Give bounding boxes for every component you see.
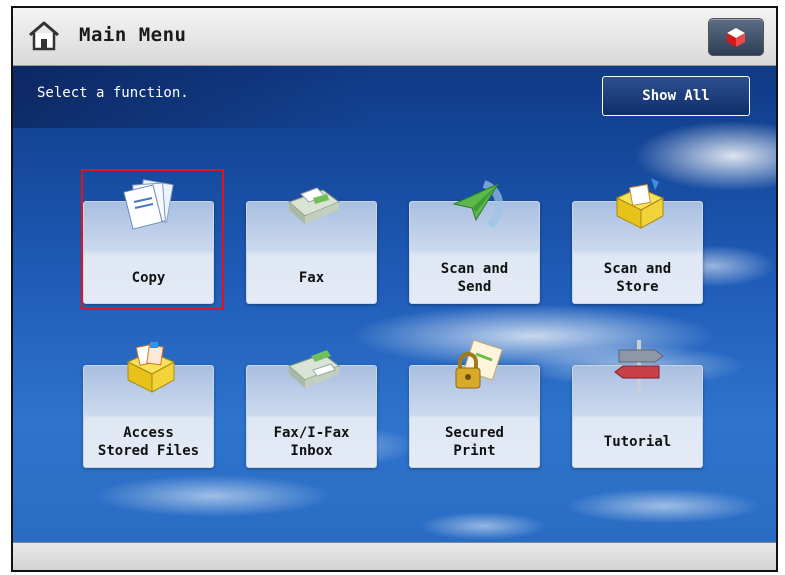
tile-scan-and-send[interactable]: Scan and Send [409,180,540,304]
tile-scan-and-store[interactable]: Scan and Store [572,178,703,304]
stored-files-icon [126,342,176,393]
tutorial-icon [614,340,664,396]
tile-access-stored-files[interactable]: Access Stored Files [83,342,214,468]
show-all-button[interactable]: Show All [602,76,750,116]
cube-icon [727,28,745,47]
tile-label: Secured Print [444,425,504,459]
tile-label: Scan and Store [603,261,672,295]
fax-inbox-icon [288,350,341,388]
tile-label: Access Stored Files [97,425,200,459]
title-bar: Main Menu [13,8,776,66]
scan-store-icon [615,178,665,229]
fax-icon [288,187,341,224]
tile-label: Scan and Send [440,261,509,295]
instruction-bar: Select a function. [13,66,373,128]
tile-label: Fax [298,270,325,286]
tile-fax[interactable]: Fax [246,187,377,304]
selected-tile-highlight [81,169,224,310]
page-title: Main Menu [79,24,187,46]
tile-label: Fax/I-Fax Inbox [273,425,350,459]
tile-secured-print[interactable]: Secured Print [409,340,540,468]
instruction-text: Select a function. [37,85,189,101]
secured-print-icon [455,340,503,389]
tile-tutorial[interactable]: Tutorial [572,340,703,468]
tile-label: Tutorial [603,434,672,450]
tile-fax-inbox[interactable]: Fax/I-Fax Inbox [246,350,377,468]
main-menu-screen: Main Menu Select a function. Show All Co… [11,6,778,572]
counter-check-button[interactable] [708,18,764,56]
scan-send-icon [452,180,503,229]
home-icon [29,21,59,51]
status-bar [13,542,776,570]
